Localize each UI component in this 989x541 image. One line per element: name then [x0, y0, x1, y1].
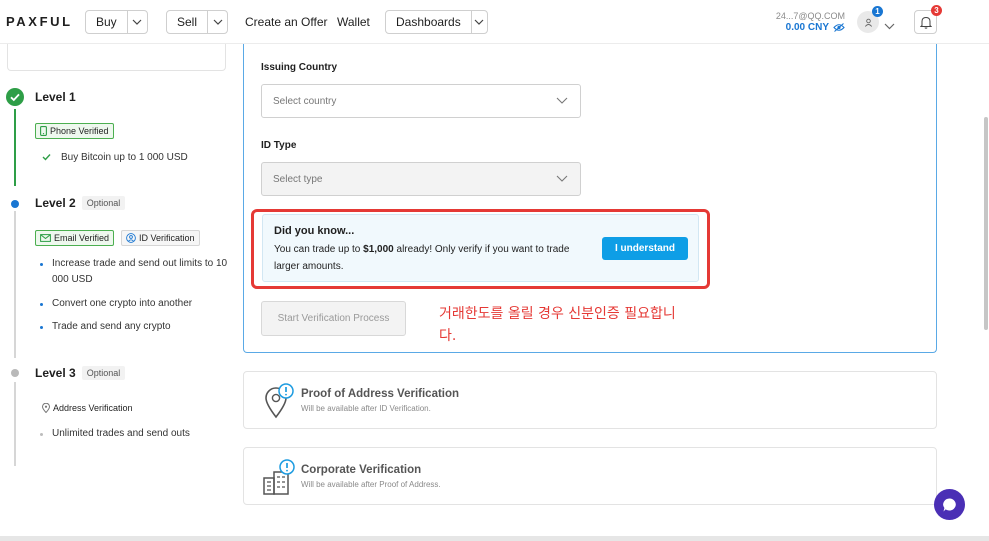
- level1-title: Level 1: [35, 90, 76, 104]
- address-verification-badge: Address Verification: [42, 401, 137, 415]
- level2-step-dot: [11, 200, 19, 208]
- country-placeholder: Select country: [273, 95, 337, 107]
- level3-progress-line: [14, 382, 16, 466]
- level1-feature-item: Buy Bitcoin up to 1 000 USD: [61, 152, 188, 163]
- id-type-select[interactable]: Select type: [261, 162, 581, 196]
- id-type-label: ID Type: [261, 140, 297, 151]
- level2-feature-item: Trade and send any crypto: [52, 321, 171, 332]
- card-title: Proof of Address Verification: [301, 388, 460, 400]
- dashboards-label[interactable]: Dashboards: [386, 11, 472, 33]
- top-navbar: PAXFUL Buy Sell Create an Offer Wallet D…: [0, 0, 989, 44]
- card-subtitle: Will be available after ID Verification.: [301, 404, 431, 413]
- country-select[interactable]: Select country: [261, 84, 581, 118]
- phone-icon: [40, 126, 47, 136]
- location-pin-icon: [42, 403, 50, 413]
- phone-verified-badge: Phone Verified: [35, 123, 114, 139]
- proof-of-address-card[interactable]: Proof of Address Verification Will be av…: [243, 371, 937, 429]
- level3-title: Level 3 Optional: [35, 366, 126, 380]
- bell-icon: [919, 16, 932, 29]
- corporate-verification-card[interactable]: Corporate Verification Will be available…: [243, 447, 937, 505]
- account-email: 24...7@QQ.COM: [775, 11, 845, 21]
- level3-feature-item: Unlimited trades and send outs: [52, 428, 190, 439]
- balance-value: 0.00 CNY: [785, 22, 829, 33]
- chat-bubble-icon: [942, 497, 956, 511]
- id-verification-badge[interactable]: ID Verification: [121, 230, 200, 246]
- level2-feature-item: Increase trade and send out limits to 10…: [52, 258, 228, 285]
- create-offer-link[interactable]: Create an Offer: [245, 15, 328, 29]
- chevron-down-icon[interactable]: [208, 11, 227, 33]
- issuing-country-label: Issuing Country: [261, 62, 338, 73]
- buy-dropdown[interactable]: Buy: [85, 10, 148, 34]
- notification-badge: 3: [931, 5, 942, 16]
- sell-label[interactable]: Sell: [167, 11, 209, 33]
- level2-title: Level 2 Optional: [35, 196, 126, 210]
- paxful-logo[interactable]: PAXFUL: [6, 14, 73, 29]
- bullet-icon: [40, 326, 43, 329]
- level2-feature-item: Convert one crypto into another: [52, 298, 193, 309]
- chevron-down-icon[interactable]: [472, 11, 487, 33]
- check-circle-icon: [6, 88, 24, 106]
- building-icon: [263, 459, 295, 495]
- level2-progress-line: [14, 211, 16, 358]
- chevron-down-icon[interactable]: [884, 17, 895, 35]
- level1-progress-line: [14, 109, 16, 186]
- card-title: Corporate Verification: [301, 464, 422, 476]
- type-placeholder: Select type: [273, 173, 323, 185]
- annotation-note: 거래한도를 올릴 경우 신분인증 필요합니다.: [439, 306, 676, 344]
- optional-badge: Optional: [81, 366, 126, 380]
- annotation-highlight-box: [251, 209, 710, 289]
- wallet-balance[interactable]: 0.00 CNY: [786, 22, 845, 33]
- sell-dropdown[interactable]: Sell: [166, 10, 228, 34]
- user-icon: [864, 18, 872, 27]
- location-pin-icon: [265, 383, 294, 419]
- bullet-icon: [40, 433, 43, 436]
- chat-button[interactable]: [934, 489, 965, 520]
- bullet-icon: [40, 263, 43, 266]
- eye-hidden-icon[interactable]: [833, 23, 845, 32]
- check-icon: [42, 154, 51, 161]
- chevron-down-icon: [556, 97, 568, 104]
- dashboards-dropdown[interactable]: Dashboards: [385, 10, 488, 34]
- card-subtitle: Will be available after Proof of Address…: [301, 480, 441, 489]
- buy-label[interactable]: Buy: [86, 11, 128, 33]
- id-user-icon: [126, 233, 136, 243]
- horizontal-scrollbar[interactable]: [0, 536, 989, 541]
- envelope-icon: [40, 234, 51, 242]
- start-verification-button[interactable]: Start Verification Process: [261, 301, 406, 336]
- wallet-link[interactable]: Wallet: [337, 15, 370, 29]
- level3-step-dot: [11, 369, 19, 377]
- avatar-badge: 1: [872, 6, 883, 17]
- bullet-icon: [40, 303, 43, 306]
- email-verified-badge: Email Verified: [35, 230, 115, 246]
- chevron-down-icon[interactable]: [128, 11, 147, 33]
- scrollbar-thumb[interactable]: [984, 117, 988, 330]
- chevron-down-icon: [556, 175, 568, 182]
- optional-badge: Optional: [81, 196, 126, 210]
